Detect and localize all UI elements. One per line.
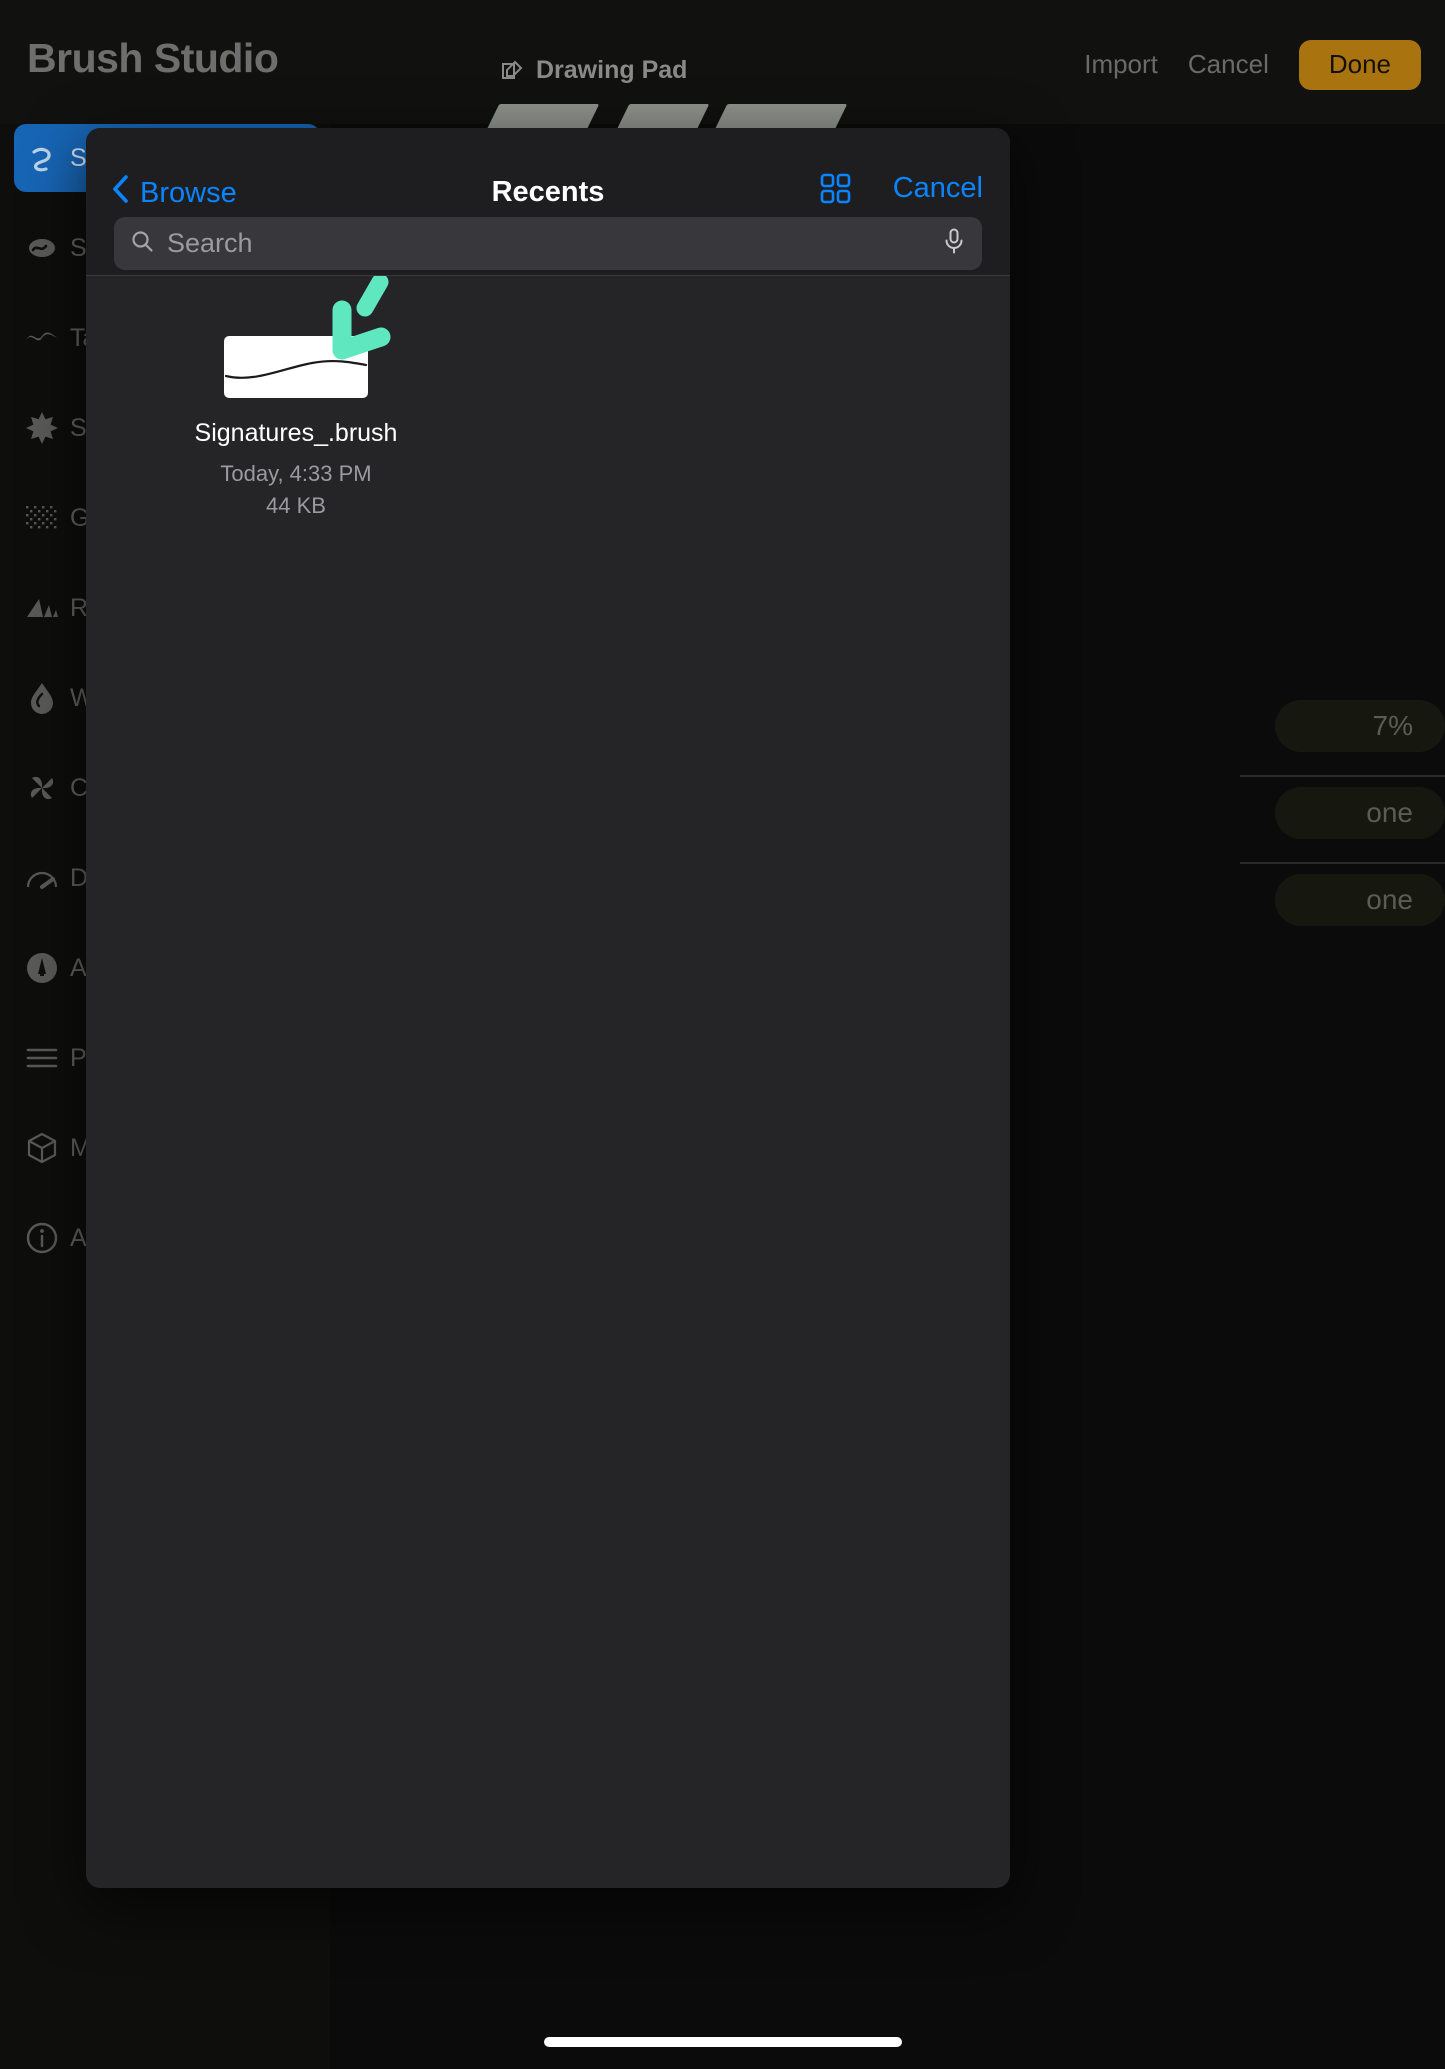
wet-mix-icon xyxy=(14,682,70,714)
dynamics-icon xyxy=(14,866,70,890)
home-indicator xyxy=(543,2037,902,2047)
setting-value: one xyxy=(1275,874,1445,926)
rendering-icon xyxy=(14,597,70,619)
done-button[interactable]: Done xyxy=(1298,40,1421,90)
setting-row: 7% xyxy=(1215,690,1445,777)
grid-view-icon[interactable] xyxy=(820,173,851,204)
search-container xyxy=(86,217,1010,270)
taper-icon xyxy=(14,327,70,349)
document-chip-label: Drawing Pad xyxy=(536,56,688,84)
search-icon xyxy=(130,229,154,258)
shape-icon xyxy=(14,412,70,444)
color-dynamics-icon xyxy=(14,772,70,804)
microphone-icon[interactable] xyxy=(942,228,966,259)
file-grid: Signatures_.brush Today, 4:33 PM 44 KB xyxy=(86,276,1010,519)
about-icon xyxy=(14,1222,70,1254)
setting-row: one xyxy=(1215,864,1445,951)
search-input[interactable] xyxy=(167,228,929,259)
file-size: 44 KB xyxy=(266,493,326,518)
compose-icon xyxy=(500,59,524,83)
modal-cancel-button[interactable]: Cancel xyxy=(893,172,983,205)
setting-value: one xyxy=(1275,787,1445,839)
header-actions: Import Cancel Done xyxy=(1084,40,1445,90)
brush-settings-values: 7% one one xyxy=(1215,690,1445,951)
materials-icon xyxy=(14,1132,70,1164)
stroke-path-icon xyxy=(14,141,70,175)
file-date: Today, 4:33 PM xyxy=(220,461,372,486)
modal-header: Browse Recents Cancel xyxy=(86,128,1010,275)
cancel-button[interactable]: Cancel xyxy=(1188,49,1269,80)
properties-icon xyxy=(14,1047,70,1069)
grain-icon xyxy=(14,506,70,530)
apple-pencil-icon xyxy=(14,952,70,984)
modal-body: Signatures_.brush Today, 4:33 PM 44 KB xyxy=(86,275,1010,1888)
file-item[interactable]: Signatures_.brush Today, 4:33 PM 44 KB xyxy=(194,336,398,519)
app-header: Brush Studio Drawing Pad Import Cancel D… xyxy=(0,0,1445,124)
search-bar[interactable] xyxy=(114,217,982,270)
document-chip[interactable]: Drawing Pad xyxy=(500,56,687,85)
setting-value: 7% xyxy=(1275,700,1445,752)
brush-stroke-thumbnail xyxy=(224,336,368,398)
file-name: Signatures_.brush xyxy=(194,419,398,447)
stabilization-icon xyxy=(14,231,70,265)
file-picker-modal: Browse Recents Cancel Search Signatures_… xyxy=(86,128,1010,1888)
modal-header-actions: Cancel xyxy=(820,172,983,205)
import-button[interactable]: Import xyxy=(1084,49,1158,80)
setting-row: one xyxy=(1215,777,1445,864)
page-title: Brush Studio xyxy=(27,35,279,81)
